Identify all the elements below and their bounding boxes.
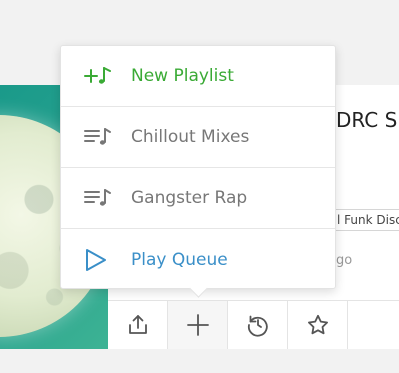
playlist-icon — [83, 186, 113, 210]
menu-item-label: New Playlist — [131, 66, 234, 86]
playlist-add-icon — [83, 64, 113, 88]
menu-item-label: Chillout Mixes — [131, 127, 250, 147]
action-bar — [108, 300, 399, 349]
menu-item-new-playlist[interactable]: New Playlist — [61, 46, 335, 107]
add-button[interactable] — [168, 301, 228, 349]
history-icon — [247, 315, 268, 337]
share-icon — [128, 315, 147, 334]
star-icon — [307, 314, 328, 335]
track-title[interactable]: DRC Sh — [336, 108, 399, 132]
menu-item-label: Play Queue — [131, 249, 228, 270]
favorite-button[interactable] — [288, 301, 348, 349]
menu-item-chillout-mixes[interactable]: Chillout Mixes — [61, 107, 335, 168]
action-bar-filler — [348, 301, 399, 349]
menu-item-play-queue[interactable]: Play Queue — [61, 229, 335, 290]
add-to-playlist-menu: New Playlist Chillout Mixes Gangster Rap — [60, 45, 336, 289]
menu-item-label: Gangster Rap — [131, 188, 248, 208]
share-button[interactable] — [108, 301, 168, 349]
track-time: go — [336, 253, 353, 268]
history-button[interactable] — [228, 301, 288, 349]
play-icon — [83, 248, 113, 272]
genre-tag[interactable]: l Funk Disc — [330, 209, 399, 231]
add-icon — [186, 314, 209, 336]
menu-item-gangster-rap[interactable]: Gangster Rap — [61, 168, 335, 229]
playlist-icon — [83, 125, 113, 149]
